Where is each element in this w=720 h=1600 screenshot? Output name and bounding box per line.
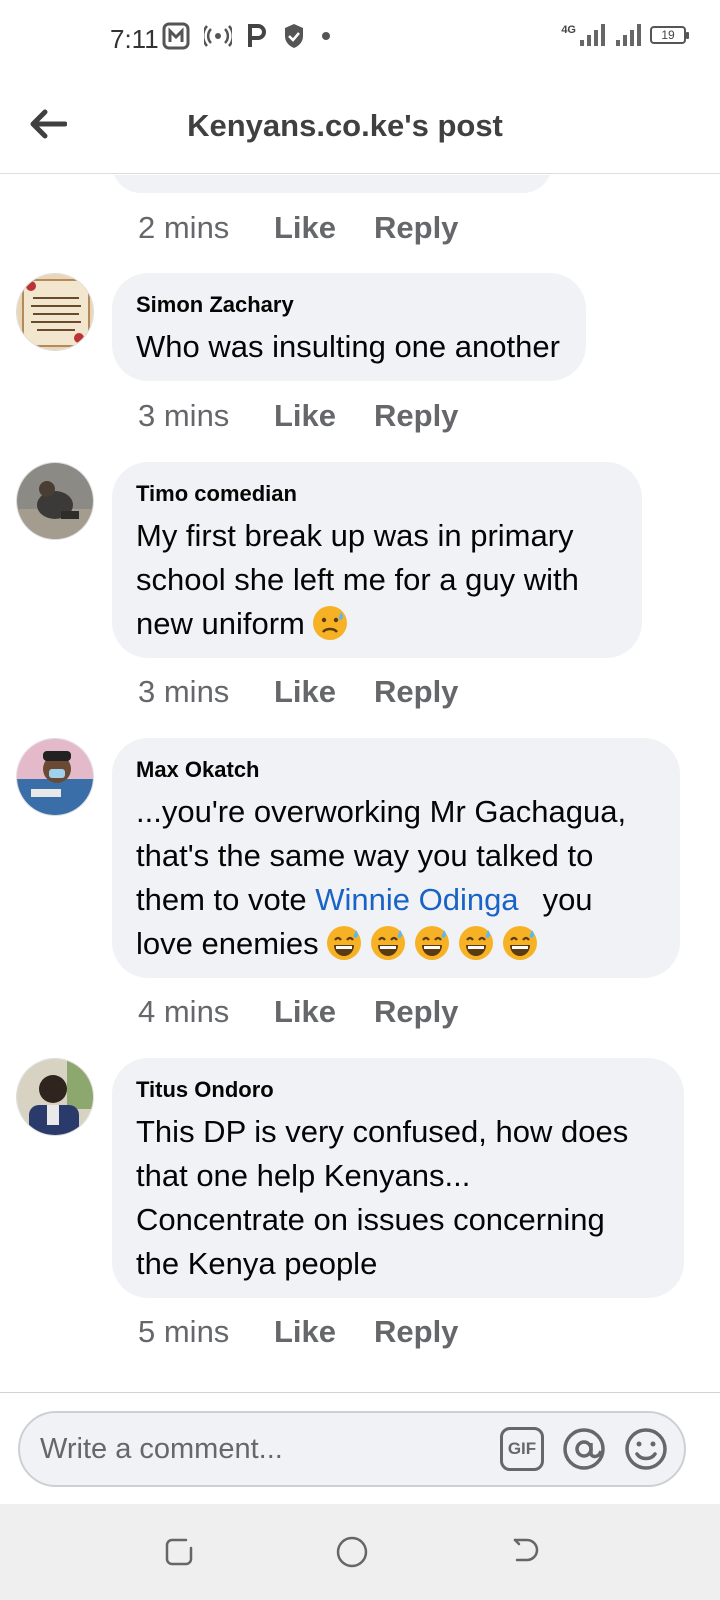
comment-text-fragment: love enemies xyxy=(136,926,319,961)
sad-sweat-face-emoji xyxy=(312,606,347,640)
like-button[interactable]: Like xyxy=(274,674,374,710)
comment-bubble[interactable]: Timo comedian My first break up was in p… xyxy=(112,462,642,658)
recents-icon xyxy=(165,1538,193,1566)
home-button[interactable] xyxy=(332,1532,372,1572)
comment-time: 5 mins xyxy=(138,1314,230,1349)
signal-icon xyxy=(580,24,605,46)
reply-button[interactable]: Reply xyxy=(374,1314,458,1350)
like-button[interactable]: Like xyxy=(274,210,374,246)
comment-time: 2 mins xyxy=(138,210,230,245)
avatar-image xyxy=(17,274,93,350)
system-nav-bar xyxy=(0,1504,720,1600)
page-title: Kenyans.co.ke's post xyxy=(187,108,503,143)
grinning-sweat-face-emoji xyxy=(326,926,361,960)
comment-text-line: that one help Kenyans... xyxy=(136,1158,471,1193)
comment-actions: 3 mins Like Reply xyxy=(138,398,458,434)
like-button[interactable]: Like xyxy=(274,994,374,1030)
news-app-icon xyxy=(162,22,190,50)
comment-author[interactable]: Simon Zachary xyxy=(136,291,560,319)
composer-icons: GIF xyxy=(500,1427,668,1471)
comment-actions: 5 mins Like Reply xyxy=(138,1314,458,1350)
comment-bubble[interactable]: Titus Ondoro This DP is very confused, h… xyxy=(112,1058,684,1298)
avatar-image xyxy=(17,739,93,815)
comment-text-fragment: them to vote xyxy=(136,882,316,917)
comment-actions: 3 mins Like Reply xyxy=(138,674,458,710)
like-button[interactable]: Like xyxy=(274,398,374,434)
comment-text-line: love enemies xyxy=(136,922,654,966)
battery-level: 19 xyxy=(661,28,675,42)
comment-text-line: ...you're overworking Mr Gachagua, xyxy=(136,794,627,829)
comment-text: Who was insulting one another xyxy=(136,329,560,364)
comment-bubble[interactable]: Simon Zachary Who was insulting one anot… xyxy=(112,273,586,381)
comment-text-line: new uniform xyxy=(136,602,616,646)
avatar-image xyxy=(17,1059,93,1135)
comment-composer[interactable]: GIF xyxy=(18,1411,686,1487)
comment-time: 3 mins xyxy=(138,674,230,709)
recents-button[interactable] xyxy=(160,1532,200,1572)
reply-button[interactable]: Reply xyxy=(374,398,458,434)
comment-author[interactable]: Timo comedian xyxy=(136,480,616,508)
comment-time: 4 mins xyxy=(138,994,230,1029)
back-nav-icon xyxy=(513,1538,539,1562)
comment-actions: 2 mins Like Reply xyxy=(138,210,458,246)
mention-link[interactable]: Winnie Odinga xyxy=(315,882,518,917)
avatar[interactable] xyxy=(16,462,94,540)
avatar-image xyxy=(17,463,93,539)
status-notification-icons xyxy=(162,22,332,50)
hotspot-icon xyxy=(204,25,232,47)
comment-text-line: that's the same way you talked to xyxy=(136,838,594,873)
comment-bubble[interactable]: Max Okatch ...you're overworking Mr Gach… xyxy=(112,738,680,978)
home-icon xyxy=(336,1536,368,1568)
reply-button[interactable]: Reply xyxy=(374,674,458,710)
emoji-icon[interactable] xyxy=(624,1427,668,1471)
like-button[interactable]: Like xyxy=(274,1314,374,1350)
comment-text-line: This DP is very confused, how does xyxy=(136,1114,629,1149)
parking-app-icon xyxy=(248,24,266,47)
comment-input[interactable] xyxy=(40,1429,480,1469)
status-bar: 7:11 4G 19 xyxy=(0,0,720,80)
status-system-icons: 4G 19 xyxy=(561,22,689,48)
avatar[interactable] xyxy=(16,738,94,816)
comment-text-line: school she left me for a guy with xyxy=(136,562,579,597)
reply-button[interactable]: Reply xyxy=(374,210,458,246)
comment-author[interactable]: Titus Ondoro xyxy=(136,1076,658,1104)
grinning-sweat-face-emoji xyxy=(370,926,405,960)
comment-text-line: them to vote Winnie Odinga you xyxy=(136,878,654,922)
shield-icon xyxy=(285,24,303,48)
comment-time: 3 mins xyxy=(138,398,230,433)
comment-text-line: My first break up was in primary xyxy=(136,518,574,553)
comment-composer-bar: GIF xyxy=(0,1392,720,1504)
previous-comment-bubble xyxy=(112,175,552,193)
comment-text-fragment: new uniform xyxy=(136,606,305,641)
mention-icon[interactable] xyxy=(562,1427,606,1471)
grinning-sweat-face-emoji xyxy=(458,926,493,960)
dot-icon xyxy=(322,32,330,40)
network-type: 4G xyxy=(561,24,576,36)
comment-author[interactable]: Max Okatch xyxy=(136,756,654,784)
app-header: Kenyans.co.ke's post xyxy=(0,80,720,174)
comment-text-fragment: you xyxy=(542,882,593,917)
reply-button[interactable]: Reply xyxy=(374,994,458,1030)
avatar[interactable] xyxy=(16,1058,94,1136)
status-time: 7:11 xyxy=(110,24,159,54)
battery-icon: 19 xyxy=(650,26,689,44)
back-nav-button[interactable] xyxy=(505,1532,545,1572)
signal-2-icon xyxy=(616,24,641,46)
comment-actions: 4 mins Like Reply xyxy=(138,994,458,1030)
comment-text-line: Concentrate on issues concerning xyxy=(136,1202,605,1237)
comments-feed[interactable]: 2 mins Like Reply Simon Zachary Who was … xyxy=(0,175,720,1392)
gif-icon[interactable]: GIF xyxy=(500,1427,544,1471)
grinning-sweat-face-emoji xyxy=(502,926,537,960)
gif-label: GIF xyxy=(507,1439,537,1458)
comment-text-line: the Kenya people xyxy=(136,1246,378,1281)
avatar[interactable] xyxy=(16,273,94,351)
grinning-sweat-face-emoji xyxy=(414,926,449,960)
